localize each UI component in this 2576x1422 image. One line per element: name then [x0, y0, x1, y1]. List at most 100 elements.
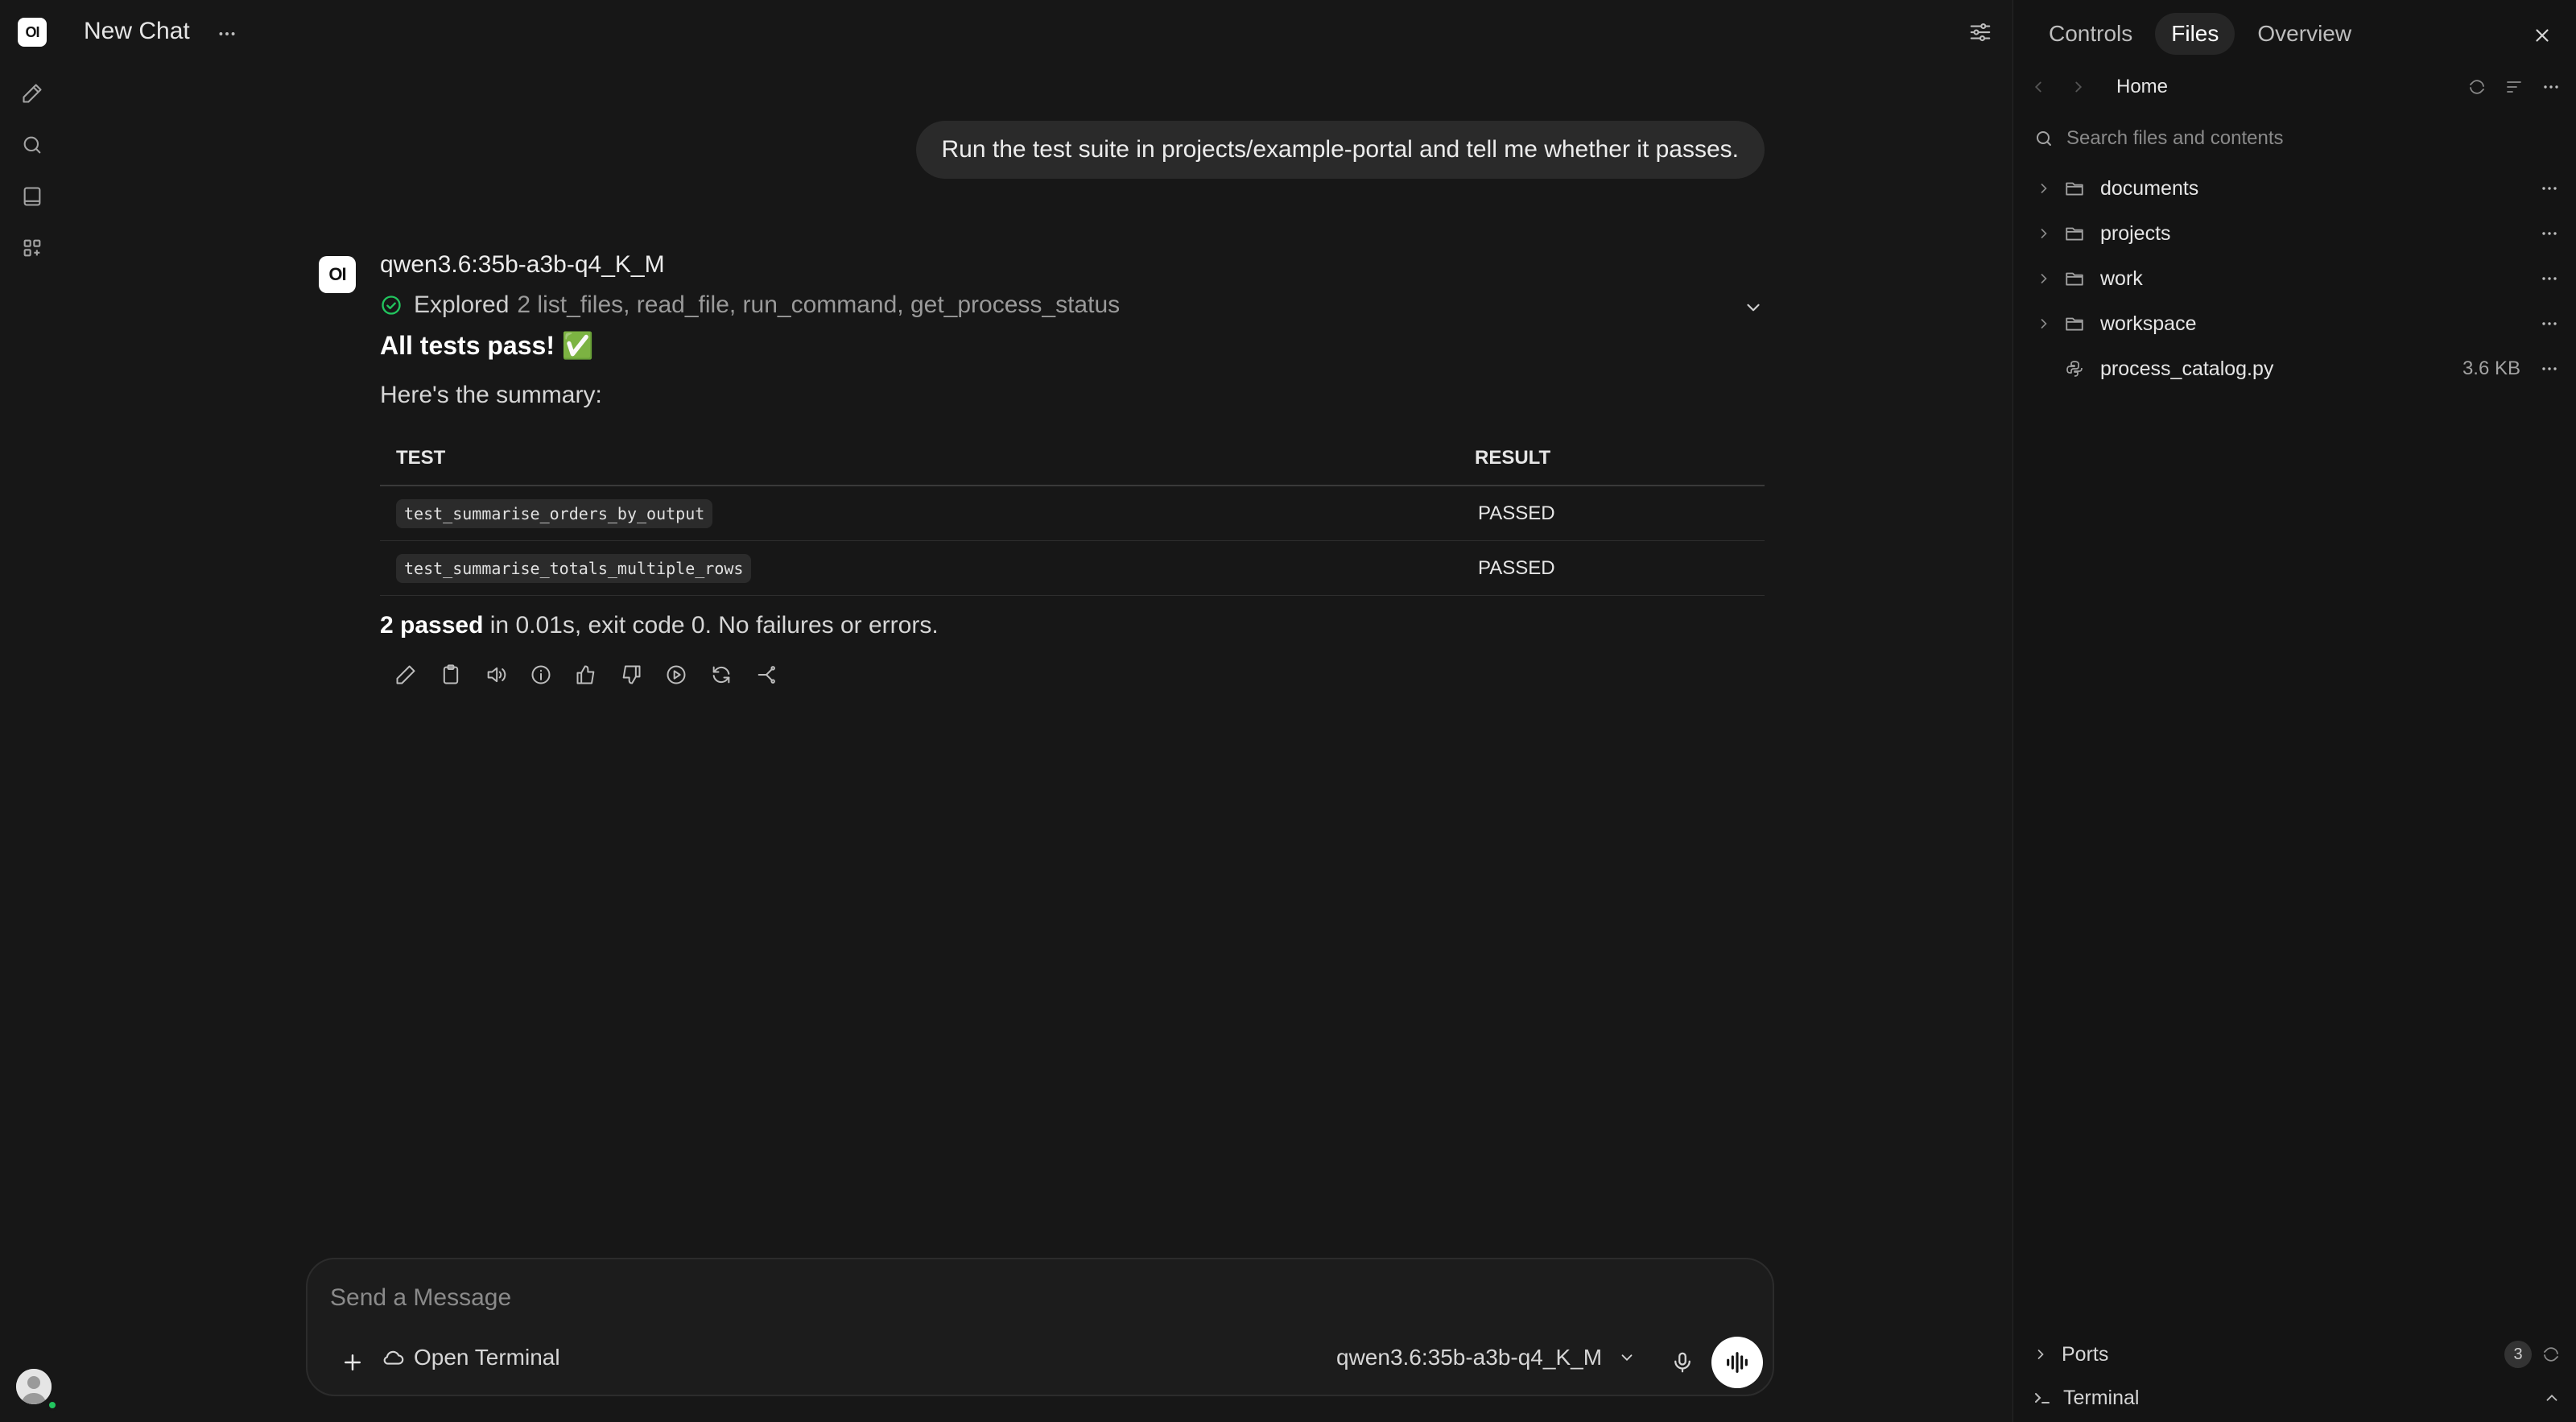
regenerate-icon[interactable]	[699, 659, 744, 691]
file-name: work	[2100, 267, 2143, 290]
edit-icon[interactable]	[383, 659, 428, 691]
online-status-dot	[47, 1399, 58, 1411]
more-options-icon[interactable]	[2538, 358, 2561, 380]
terminal-section[interactable]: Terminal	[2013, 1377, 2576, 1419]
user-avatar[interactable]	[16, 1369, 52, 1404]
message-input[interactable]	[330, 1275, 1699, 1321]
open-terminal-button[interactable]: Open Terminal	[382, 1345, 560, 1370]
header-result: RESULT	[1475, 447, 1551, 469]
folder-icon	[2063, 177, 2086, 200]
list-item[interactable]: documents	[2013, 166, 2576, 211]
side-panel: Controls Files Overview Home documents p…	[2013, 0, 2576, 1422]
read-aloud-icon[interactable]	[473, 659, 518, 691]
refresh-icon[interactable]	[2467, 77, 2487, 97]
apps-grid-icon[interactable]	[16, 232, 48, 264]
continue-icon[interactable]	[654, 659, 699, 691]
thumbs-down-icon[interactable]	[609, 659, 654, 691]
message-composer: Open Terminal qwen3.6:35b-a3b-q4_K_M	[306, 1258, 1774, 1396]
list-item[interactable]: projects	[2013, 211, 2576, 256]
ports-label: Ports	[2062, 1342, 2109, 1366]
more-options-icon[interactable]	[2541, 77, 2561, 97]
table-row: test_summarise_orders_by_output PASSED	[380, 486, 1765, 541]
ports-section[interactable]: Ports 3	[2013, 1333, 2576, 1375]
list-item[interactable]: process_catalog.py 3.6 KB	[2013, 346, 2576, 391]
sort-icon[interactable]	[2504, 77, 2524, 97]
info-icon[interactable]	[518, 659, 564, 691]
more-options-icon[interactable]	[2538, 267, 2561, 290]
voice-mode-icon[interactable]	[1711, 1337, 1763, 1388]
chevron-up-icon[interactable]	[2543, 1389, 2561, 1407]
expand-chevron-icon[interactable]	[1739, 293, 1768, 322]
search-icon[interactable]	[16, 129, 48, 161]
file-search-input[interactable]	[2066, 127, 2517, 150]
test-name: test_summarise_totals_multiple_rows	[396, 553, 752, 583]
open-terminal-label: Open Terminal	[414, 1345, 560, 1370]
list-item[interactable]: workspace	[2013, 301, 2576, 346]
python-file-icon	[2063, 358, 2086, 380]
file-search	[2029, 119, 2561, 158]
microphone-icon[interactable]	[1662, 1341, 1703, 1383]
file-list: documents projects work workspace proces…	[2013, 166, 2576, 391]
refresh-icon[interactable]	[2541, 1345, 2561, 1364]
copy-icon[interactable]	[428, 659, 473, 691]
selected-model: qwen3.6:35b-a3b-q4_K_M	[1336, 1345, 1603, 1370]
thumbs-up-icon[interactable]	[564, 659, 609, 691]
chat-menu-icon[interactable]	[211, 18, 243, 50]
forward-icon[interactable]	[2070, 78, 2087, 96]
message-actions	[383, 659, 789, 691]
result-footer: 2 passed in 0.01s, exit code 0. No failu…	[380, 612, 939, 639]
user-message: Run the test suite in projects/example-p…	[915, 121, 1765, 179]
list-item[interactable]: work	[2013, 256, 2576, 301]
file-nav-bar: Home	[2029, 69, 2561, 105]
left-rail: OI	[0, 0, 64, 1422]
cloud-icon	[382, 1346, 406, 1370]
result-details: in 0.01s, exit code 0. No failures or er…	[483, 612, 939, 639]
chevron-right-icon[interactable]	[2034, 179, 2054, 198]
model-selector[interactable]: qwen3.6:35b-a3b-q4_K_M	[1336, 1345, 1636, 1370]
tab-controls[interactable]: Controls	[2033, 13, 2149, 55]
explored-detail: 2 list_files, read_file, run_command, ge…	[517, 291, 1121, 318]
test-result: PASSED	[1478, 502, 1555, 524]
ports-count-badge: 3	[2504, 1341, 2532, 1368]
passed-count: 2 passed	[380, 612, 484, 639]
explored-tools-summary[interactable]: Explored 2 list_files, read_file, run_co…	[380, 291, 1120, 319]
file-name: documents	[2100, 176, 2199, 200]
test-name: test_summarise_orders_by_output	[396, 498, 713, 528]
add-attachment-icon[interactable]	[332, 1341, 374, 1383]
chevron-right-icon[interactable]	[2034, 224, 2054, 243]
new-chat-icon[interactable]	[16, 77, 48, 110]
branch-icon[interactable]	[744, 659, 789, 691]
breadcrumb[interactable]: Home	[2116, 76, 2467, 98]
test-result: PASSED	[1478, 556, 1555, 579]
check-circle-icon	[380, 294, 402, 316]
file-name: projects	[2100, 221, 2171, 245]
close-icon[interactable]	[2524, 18, 2560, 53]
more-options-icon[interactable]	[2538, 312, 2561, 335]
folder-icon	[2063, 312, 2086, 335]
chevron-right-icon[interactable]	[2034, 314, 2054, 333]
file-name: workspace	[2100, 312, 2197, 335]
more-options-icon[interactable]	[2538, 222, 2561, 245]
terminal-prompt-icon	[2033, 1388, 2052, 1408]
chat-title[interactable]: New Chat	[84, 18, 190, 45]
header-test: TEST	[396, 447, 446, 469]
file-size: 3.6 KB	[2462, 358, 2520, 379]
back-icon[interactable]	[2029, 78, 2047, 96]
more-options-icon[interactable]	[2538, 177, 2561, 200]
controls-sliders-icon[interactable]	[1963, 14, 1998, 50]
assistant-avatar: OI	[319, 256, 356, 293]
search-icon	[2034, 129, 2054, 148]
assistant-model-name: qwen3.6:35b-a3b-q4_K_M	[380, 251, 665, 278]
chevron-down-icon	[1618, 1349, 1636, 1366]
test-results-table: TEST RESULT test_summarise_orders_by_out…	[380, 432, 1765, 596]
explored-label: Explored	[414, 291, 510, 318]
app-logo[interactable]: OI	[18, 18, 47, 47]
panel-tabs: Controls Files Overview	[2033, 13, 2374, 55]
tab-files[interactable]: Files	[2155, 13, 2235, 55]
chevron-right-icon[interactable]	[2034, 269, 2054, 288]
notes-icon[interactable]	[16, 180, 48, 213]
tab-overview[interactable]: Overview	[2241, 13, 2368, 55]
summary-intro: Here's the summary:	[380, 382, 602, 408]
table-header: TEST RESULT	[380, 432, 1765, 486]
